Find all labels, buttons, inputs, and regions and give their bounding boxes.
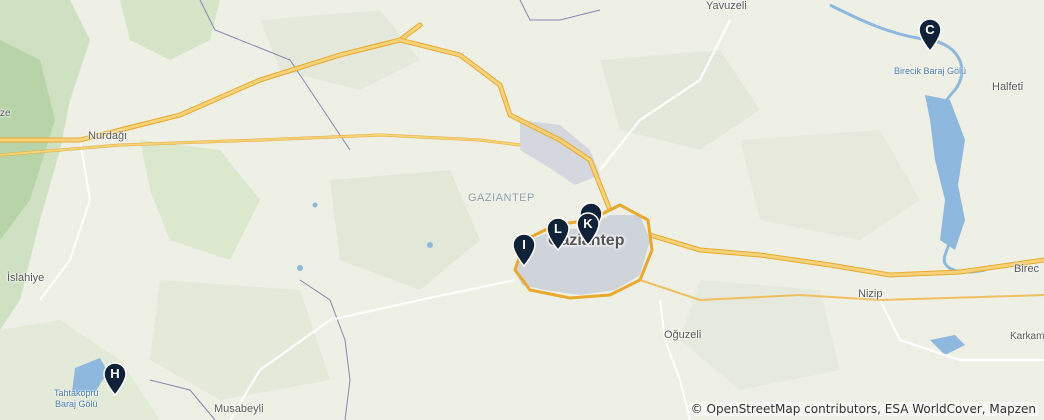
- map-marker-c-label: C: [925, 22, 935, 37]
- place-label-nurdagi: Nurdağı: [88, 130, 128, 142]
- map-base-layer: [0, 0, 1044, 420]
- map-attribution[interactable]: © OpenStreetMap contributors, ESA WorldC…: [688, 402, 1038, 416]
- map-marker-h[interactable]: H: [102, 362, 128, 396]
- place-label-birec: Birec: [1014, 263, 1040, 275]
- map-marker-i[interactable]: I: [511, 233, 537, 267]
- map-marker-i-label: I: [522, 237, 526, 252]
- map-marker-h-label: H: [110, 366, 120, 381]
- map-marker-k[interactable]: K: [575, 212, 601, 246]
- place-label-yavuzeli: Yavuzeli: [706, 0, 747, 12]
- map-marker-c[interactable]: C: [917, 18, 943, 52]
- water-label-tahtakopru: Tahtaköprü Baraj Gölü: [54, 388, 99, 410]
- map-marker-l[interactable]: L: [545, 217, 571, 251]
- place-label-islahiye: İslahiye: [7, 272, 45, 284]
- map-view[interactable]: Yavuzeli Halfeti Nurdağı İslahiye Nizip …: [0, 0, 1044, 420]
- map-marker-l-label: L: [554, 221, 562, 236]
- water-label-tahtakopru-line1: Tahtaköprü: [54, 388, 99, 398]
- place-label-karkami: Karkamı: [1010, 331, 1044, 342]
- water-label-birecik-line1: Birecik Baraj Gölü: [894, 66, 967, 76]
- place-label-nizip: Nizip: [858, 288, 883, 300]
- map-marker-k-label: K: [583, 216, 593, 231]
- place-label-halfeti: Halfeti: [992, 81, 1024, 93]
- water-label-birecik: Birecik Baraj Gölü: [894, 66, 966, 77]
- region-label-gaziantep: GAZIANTEP: [468, 192, 535, 204]
- water-label-tahtakopru-line2: Baraj Gölü: [55, 399, 98, 409]
- place-label-partial-west: ze: [0, 108, 11, 119]
- place-label-musabeyli: Musabeyli: [214, 403, 264, 415]
- place-label-oguzeli: Oğuzeli: [664, 329, 702, 341]
